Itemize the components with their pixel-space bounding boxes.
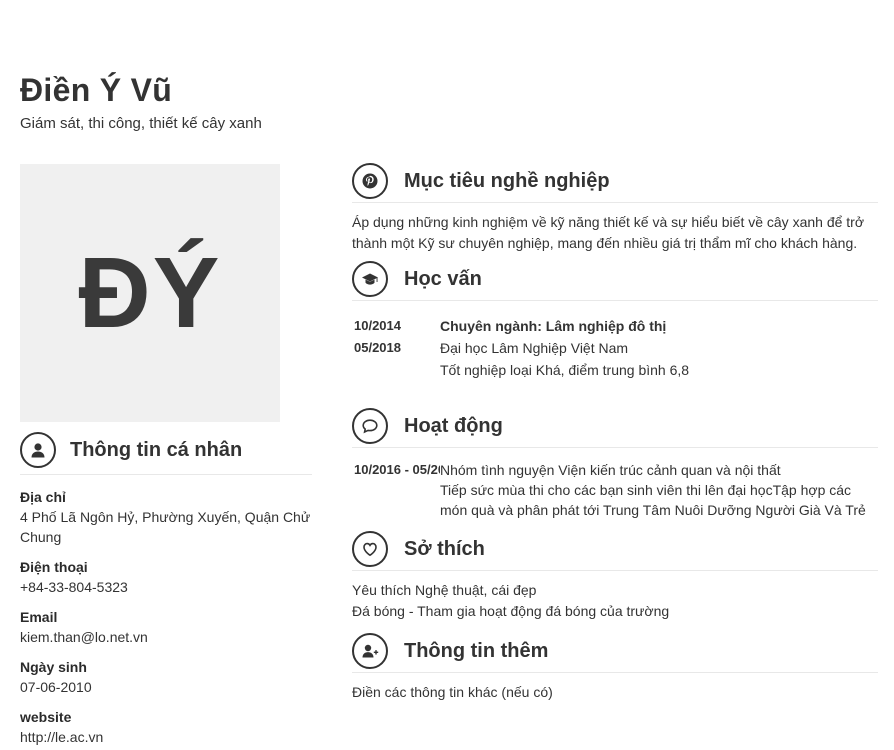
- info-value: 07-06-2010: [20, 679, 92, 695]
- job-title: Giám sát, thi công, thiết kế cây xanh: [20, 115, 262, 132]
- activity-line: món quà và phân phát tới Trung Tâm Nuôi …: [440, 502, 866, 518]
- info-website: website http://le.ac.vn: [20, 707, 312, 747]
- graduation-cap-icon: [352, 261, 388, 297]
- info-value: kiem.than@lo.net.vn: [20, 629, 148, 645]
- personal-info-list: Địa chỉ 4 Phố Lã Ngôn Hỷ, Phường Xuyến, …: [20, 487, 312, 747]
- personal-info-title: Thông tin cá nhân: [70, 438, 243, 461]
- right-column: Mục tiêu nghề nghiệp Áp dụng những kinh …: [352, 160, 878, 703]
- info-label: Địa chỉ: [20, 489, 66, 505]
- extra-info-title: Thông tin thêm: [404, 639, 549, 662]
- info-label: Email: [20, 609, 58, 625]
- activity-entry: 10/2016 - 05/2018 Nhóm tình nguyện Viện …: [352, 460, 878, 520]
- education-end: 05/2018: [354, 340, 401, 355]
- education-header: Học vấn: [352, 258, 878, 301]
- hobbies-header: Sở thích: [352, 528, 878, 571]
- education-start: 10/2014: [354, 318, 401, 333]
- education-details: Chuyên ngành: Lâm nghiệp đô thị Đại học …: [440, 315, 689, 381]
- full-name: Điền Ý Vũ: [20, 72, 173, 108]
- pinterest-icon: [352, 163, 388, 199]
- activity-dates: 10/2016 - 05/2018: [354, 462, 440, 477]
- extra-info-header: Thông tin thêm: [352, 630, 878, 673]
- hobby-line: Yêu thích Nghệ thuật, cái đẹp: [352, 582, 537, 598]
- activities-title: Hoạt động: [404, 414, 503, 437]
- hobbies-title: Sở thích: [404, 537, 485, 560]
- hobby-line: Đá bóng - Tham gia hoạt động đá bóng của…: [352, 603, 670, 619]
- info-phone: Điện thoại +84-33-804-5323: [20, 557, 312, 597]
- user-plus-icon: [352, 633, 388, 669]
- info-value: http://le.ac.vn: [20, 729, 104, 745]
- education-school: Đại học Lâm Nghiệp Việt Nam: [440, 340, 629, 356]
- education-entry: 10/2014 05/2018 Chuyên ngành: Lâm nghiệp…: [352, 315, 878, 381]
- info-address: Địa chỉ 4 Phố Lã Ngôn Hỷ, Phường Xuyến, …: [20, 487, 312, 547]
- info-value: +84-33-804-5323: [20, 579, 128, 595]
- info-email: Email kiem.than@lo.net.vn: [20, 607, 312, 647]
- activity-line: Tiếp sức mùa thi cho các bạn sinh viên t…: [440, 482, 852, 498]
- activity-details: Nhóm tình nguyện Viện kiến trúc cảnh qua…: [440, 460, 878, 520]
- info-label: Ngày sinh: [20, 659, 87, 675]
- avatar: ĐÝ: [20, 164, 280, 422]
- activities-header: Hoạt động: [352, 405, 878, 448]
- cv-header: Điền Ý Vũ Giám sát, thi công, thiết kế c…: [20, 72, 262, 132]
- user-icon: [20, 432, 56, 468]
- speech-bubble-icon: [352, 408, 388, 444]
- hobbies-text: Yêu thích Nghệ thuật, cái đẹp Đá bóng - …: [352, 580, 878, 622]
- education-dates: 10/2014 05/2018: [352, 315, 440, 381]
- left-column: ĐÝ Thông tin cá nhân Địa chỉ 4 Phố Lã Ng…: [20, 164, 312, 750]
- info-label: Điện thoại: [20, 559, 88, 575]
- info-birthday: Ngày sinh 07-06-2010: [20, 657, 312, 697]
- personal-info-header: Thông tin cá nhân: [20, 432, 312, 475]
- activity-org: Nhóm tình nguyện Viện kiến trúc cảnh qua…: [440, 462, 781, 478]
- objective-header: Mục tiêu nghề nghiệp: [352, 160, 878, 203]
- objective-title: Mục tiêu nghề nghiệp: [404, 169, 610, 192]
- education-major: Chuyên ngành: Lâm nghiệp đô thị: [440, 318, 667, 334]
- education-note: Tốt nghiệp loại Khá, điểm trung bình 6,8: [440, 362, 690, 378]
- heart-icon: [352, 531, 388, 567]
- extra-info-text: Điền các thông tin khác (nếu có): [352, 684, 553, 700]
- education-title: Học vấn: [404, 267, 482, 290]
- objective-text: Áp dụng những kinh nghiệm về kỹ năng thi…: [352, 214, 865, 251]
- avatar-initials: ĐÝ: [78, 236, 222, 349]
- info-label: website: [20, 709, 72, 725]
- info-value: 4 Phố Lã Ngôn Hỷ, Phường Xuyến, Quận Chử…: [20, 509, 311, 545]
